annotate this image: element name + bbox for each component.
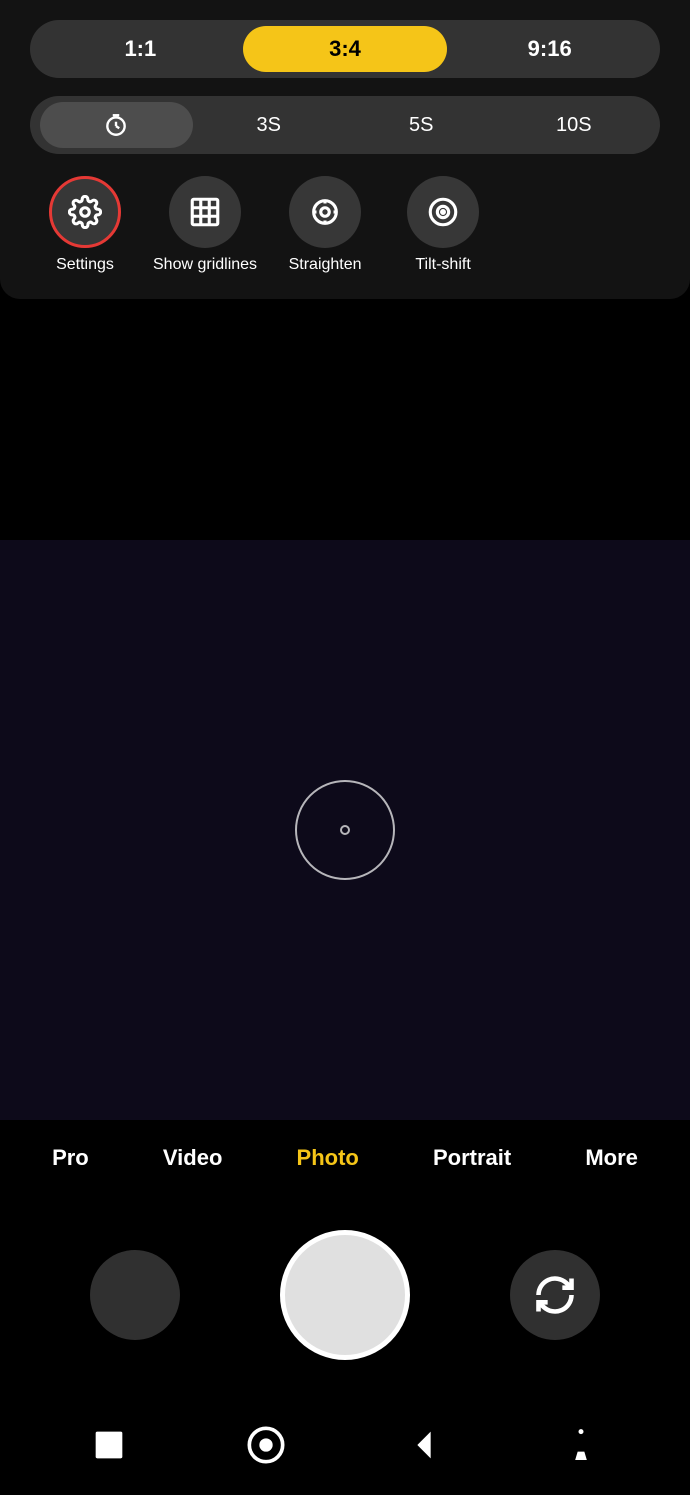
mode-photo[interactable]: Photo [287, 1140, 369, 1176]
timer-3s[interactable]: 3S [193, 104, 346, 147]
timer-off[interactable] [40, 102, 193, 148]
bottom-controls [0, 1195, 690, 1395]
timer-5s[interactable]: 5S [345, 104, 498, 147]
tools-row: Settings Show gridlines [30, 176, 660, 274]
settings-label: Settings [56, 256, 114, 274]
tool-straighten[interactable]: Straighten [275, 176, 375, 274]
nav-bar [0, 1395, 690, 1495]
tiltshift-icon-circle [407, 176, 479, 248]
aspect-ratio-3-4[interactable]: 3:4 [243, 26, 448, 72]
focus-dot [340, 825, 350, 835]
bottom-controls-inner [0, 1230, 690, 1360]
straighten-label: Straighten [289, 256, 362, 274]
mode-video[interactable]: Video [153, 1140, 233, 1176]
nav-home-button[interactable] [246, 1425, 286, 1465]
mode-portrait[interactable]: Portrait [423, 1140, 521, 1176]
mode-pro[interactable]: Pro [42, 1140, 99, 1176]
tool-tiltshift[interactable]: Tilt-shift [393, 176, 493, 274]
flip-camera-button[interactable] [510, 1250, 600, 1340]
focus-circle [295, 780, 395, 880]
timer-10s[interactable]: 10S [498, 104, 651, 147]
mode-bar: Pro Video Photo Portrait More [0, 1120, 690, 1191]
shutter-inner [285, 1235, 405, 1355]
shutter-button[interactable] [280, 1230, 410, 1360]
timer-bar: 3S 5S 10S [30, 96, 660, 154]
gridlines-icon-circle [169, 176, 241, 248]
aspect-ratio-bar: 1:1 3:4 9:16 [30, 20, 660, 78]
aspect-ratio-1-1[interactable]: 1:1 [38, 26, 243, 72]
straighten-icon-circle [289, 176, 361, 248]
mode-more[interactable]: More [575, 1140, 648, 1176]
tool-gridlines[interactable]: Show gridlines [153, 176, 257, 274]
gridlines-label: Show gridlines [153, 256, 257, 274]
nav-stop-button[interactable] [89, 1425, 129, 1465]
aspect-ratio-9-16[interactable]: 9:16 [447, 26, 652, 72]
viewfinder[interactable] [0, 540, 690, 1120]
clock-icon [40, 112, 193, 138]
tiltshift-label: Tilt-shift [415, 256, 470, 274]
top-panel: 1:1 3:4 9:16 3S 5S 10S [0, 0, 690, 299]
gallery-thumbnail[interactable] [90, 1250, 180, 1340]
tool-settings[interactable]: Settings [35, 176, 135, 274]
nav-back-button[interactable] [404, 1425, 444, 1465]
settings-icon-circle [49, 176, 121, 248]
nav-accessibility-button[interactable] [561, 1425, 601, 1465]
